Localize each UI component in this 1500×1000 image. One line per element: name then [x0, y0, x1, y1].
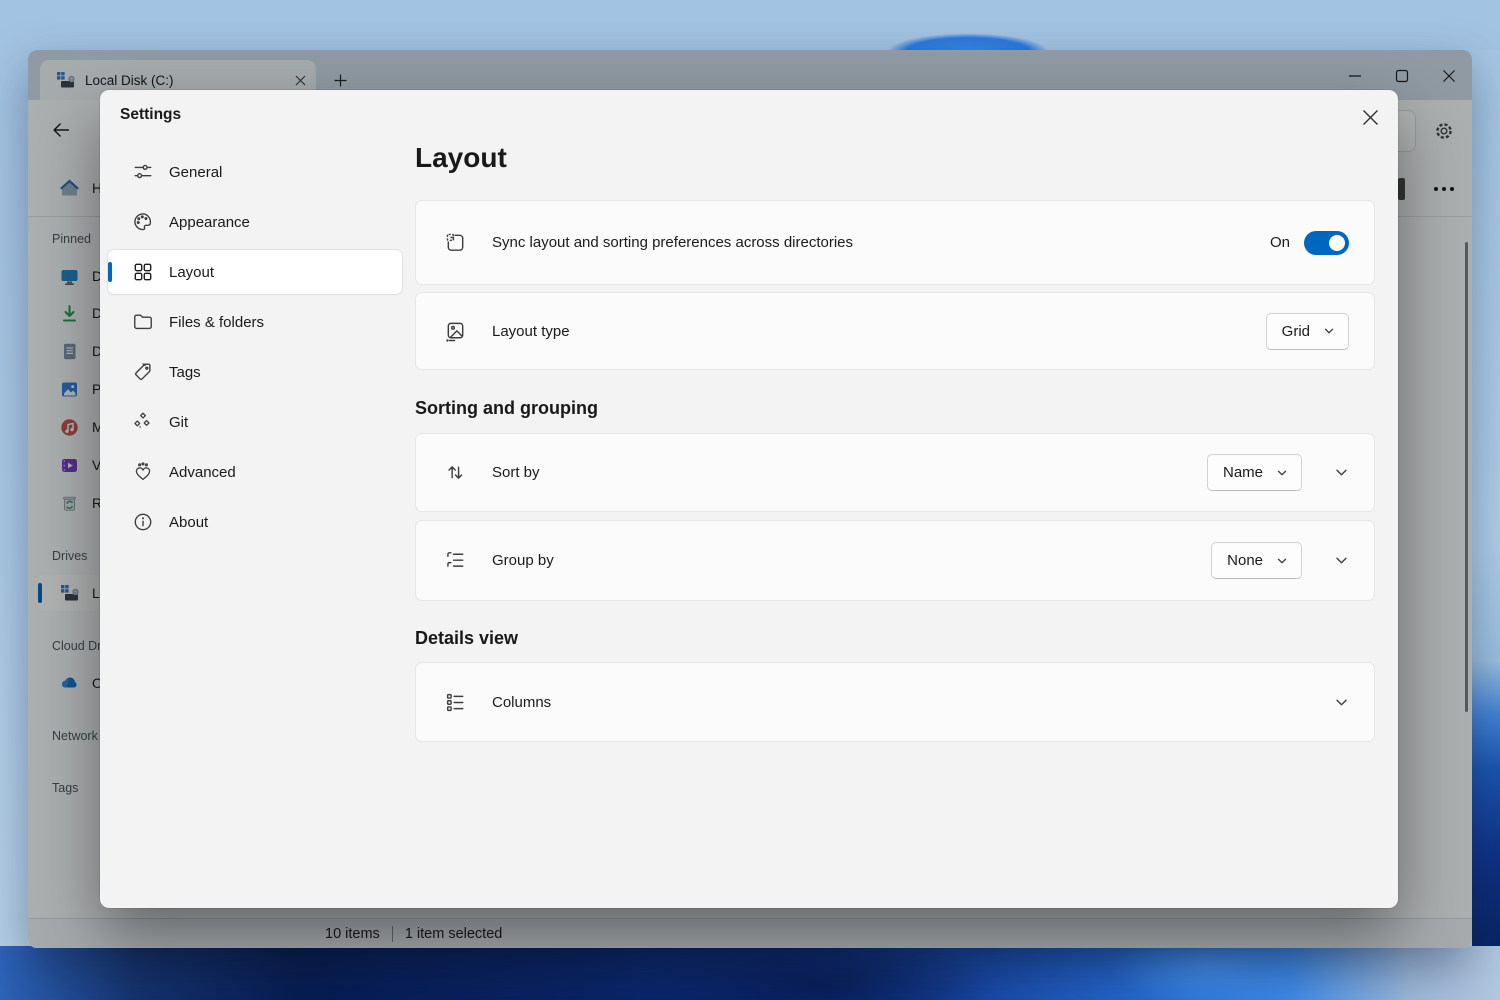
group-by-dropdown[interactable]: None	[1211, 542, 1302, 579]
settings-nav-advanced[interactable]: Advanced	[108, 450, 402, 494]
chevron-down-icon	[1323, 325, 1335, 337]
section-details-view: Details view	[415, 628, 518, 649]
group-by-expander[interactable]	[1333, 553, 1349, 569]
settings-nav-tags[interactable]: Tags	[108, 350, 402, 394]
sort-by-label: Sort by	[492, 464, 1207, 481]
selection-indicator	[108, 262, 112, 282]
group-by-label: Group by	[492, 552, 1211, 569]
section-sorting-grouping: Sorting and grouping	[415, 398, 598, 419]
sort-by-expander[interactable]	[1333, 465, 1349, 481]
settings-dialog: Settings General Appearance Layout Files…	[100, 90, 1398, 908]
group-by-card: Group by None	[415, 520, 1375, 601]
chevron-down-icon	[1334, 465, 1349, 480]
sort-arrows-icon	[444, 461, 467, 484]
settings-nav-about[interactable]: About	[108, 500, 402, 544]
sync-layout-icon	[444, 231, 467, 254]
sync-toggle[interactable]	[1304, 231, 1349, 255]
options-sliders-icon	[132, 161, 154, 183]
columns-card: Columns	[415, 662, 1375, 742]
dialog-title: Settings	[120, 106, 181, 124]
settings-nav-layout[interactable]: Layout	[108, 250, 402, 294]
toggle-knob	[1329, 235, 1345, 251]
git-icon	[132, 411, 154, 433]
wallpaper-bloom-top	[856, 26, 1080, 52]
toggle-state-label: On	[1270, 234, 1290, 251]
grid-layout-icon	[132, 261, 154, 283]
columns-checklist-icon	[444, 691, 467, 714]
settings-nav-git[interactable]: Git	[108, 400, 402, 444]
page-title: Layout	[415, 142, 507, 174]
sync-preferences-card: Sync layout and sorting preferences acro…	[415, 200, 1375, 285]
layout-type-image-icon	[444, 320, 467, 343]
layout-type-card: Layout type Grid	[415, 292, 1375, 370]
info-icon	[132, 511, 154, 533]
chevron-down-icon	[1276, 467, 1288, 479]
settings-nav-appearance[interactable]: Appearance	[108, 200, 402, 244]
settings-content: Layout Sync layout and sorting preferenc…	[415, 90, 1375, 908]
palette-icon	[132, 211, 154, 233]
wallpaper-bloom-bottom	[0, 946, 1500, 1000]
columns-label: Columns	[492, 694, 1333, 711]
settings-nav-files-folders[interactable]: Files & folders	[108, 300, 402, 344]
wallpaper-right-strip	[1472, 50, 1500, 948]
advanced-heart-icon	[132, 461, 154, 483]
sort-by-dropdown[interactable]: Name	[1207, 454, 1302, 491]
chevron-down-icon	[1276, 555, 1288, 567]
folder-icon	[132, 311, 154, 333]
settings-nav-general[interactable]: General	[108, 150, 402, 194]
layout-type-label: Layout type	[492, 323, 1266, 340]
tag-icon	[132, 361, 154, 383]
chevron-down-icon	[1334, 695, 1349, 710]
sync-preferences-label: Sync layout and sorting preferences acro…	[492, 234, 1270, 251]
layout-type-dropdown[interactable]: Grid	[1266, 313, 1349, 350]
sort-by-card: Sort by Name	[415, 433, 1375, 512]
columns-expander[interactable]	[1333, 694, 1349, 710]
chevron-down-icon	[1334, 553, 1349, 568]
group-list-icon	[444, 549, 467, 572]
